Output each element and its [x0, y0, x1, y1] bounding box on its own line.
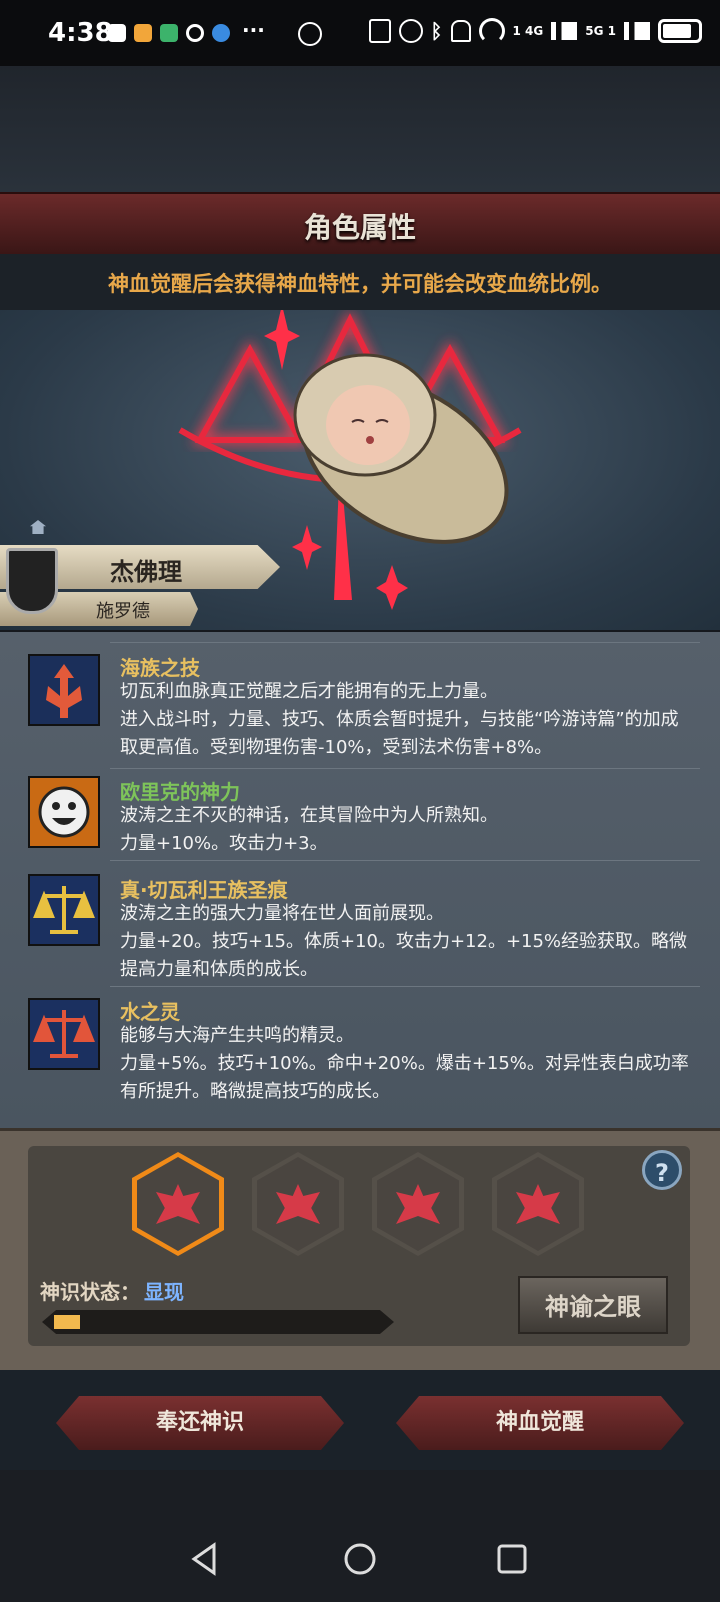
page-title: 角色属性 [303, 211, 416, 244]
divinity-progress-bar [42, 1310, 394, 1334]
blood-awaken-button[interactable]: 神血觉醒 [396, 1396, 684, 1450]
divider [110, 860, 700, 861]
mute-icon [450, 20, 471, 42]
back-icon[interactable] [188, 1542, 222, 1576]
return-divinity-button[interactable]: 奉还神识 [56, 1396, 344, 1450]
family-name: 施罗德 [96, 601, 150, 622]
trident-icon [46, 664, 82, 718]
oracle-eye-button[interactable]: 神谕之眼 [518, 1276, 668, 1334]
trait-description: 切瓦利血脉真正觉醒之后才能拥有的无上力量。 进入战斗时，力量、技巧、体质会暂时提… [120, 681, 679, 758]
signal-bars-icon [551, 22, 578, 40]
recents-icon[interactable] [495, 1542, 529, 1576]
trait-icon [28, 776, 100, 848]
trait-icon [28, 874, 100, 946]
more-icon: ··· [242, 18, 265, 42]
signal-1-icon: 1 4G [512, 24, 544, 38]
subtitle: 神血觉醒后会获得神血特性，并可能会改变血统比例。 [108, 272, 612, 296]
nfc-badge-icon [298, 22, 322, 46]
alarm-icon [398, 19, 423, 43]
help-button[interactable]: ? [642, 1150, 682, 1190]
divinity-status-label: 神识状态： [40, 1280, 140, 1304]
divider [110, 642, 700, 643]
home-nav-icon[interactable] [343, 1542, 377, 1576]
trait-name: 真·切瓦利王族圣痕 [120, 878, 288, 902]
gold-scales-icon [33, 886, 95, 934]
status-bar: 4:38 ··· ᛒ 1 4G 5G 1 [0, 0, 720, 66]
app-icon [134, 24, 152, 42]
system-nav-bar [0, 1470, 720, 1602]
nfc-icon [368, 19, 391, 43]
browser-icon [212, 24, 230, 42]
app-icon [160, 24, 178, 42]
trait-list[interactable]: 海族之技 切瓦利血脉真正觉醒之后才能拥有的无上力量。 进入战斗时，力量、技巧、体… [0, 632, 720, 1128]
smiley-icon [38, 786, 90, 838]
mail-icon [108, 24, 126, 42]
divider [110, 768, 700, 769]
baby-icon [293, 353, 509, 544]
bluetooth-icon: ᛒ [430, 19, 443, 43]
title-banner: 角色属性 [0, 192, 720, 256]
battery-icon [658, 19, 702, 43]
divinity-progress-fill [54, 1315, 80, 1329]
signal-bars-icon [624, 22, 650, 40]
character-name: 杰佛理 [110, 558, 182, 586]
hotspot-icon [478, 18, 505, 44]
loading-icon [186, 24, 204, 42]
system-icons: ᛒ 1 4G 5G 1 [368, 18, 702, 44]
crest-shield-icon [6, 548, 58, 614]
subtitle-bar: 神血觉醒后会获得神血特性，并可能会改变血统比例。 [0, 254, 720, 310]
divider [110, 986, 700, 987]
trait-name: 欧里克的神力 [120, 780, 240, 804]
trait-description: 波涛之主不灭的神话，在其冒险中为人所熟知。 力量+10%。攻击力+3。 [120, 805, 498, 854]
signal-2-icon: 5G 1 [585, 24, 616, 38]
divinity-status-value: 显现 [144, 1280, 184, 1304]
red-scales-icon [33, 1010, 95, 1058]
top-backdrop [0, 66, 720, 192]
trait-icon [28, 998, 100, 1070]
clock: 4:38 [48, 18, 113, 48]
trait-description: 能够与大海产生共鸣的精灵。 力量+5%。技巧+10%。命中+20%。爆击+15%… [120, 1025, 689, 1102]
trait-name: 海族之技 [120, 656, 200, 680]
trait-icon [28, 654, 100, 726]
trait-name: 水之灵 [120, 1000, 180, 1024]
trait-description: 波涛之主的强大力量将在世人面前展现。 力量+20。技巧+15。体质+10。攻击力… [120, 903, 688, 980]
